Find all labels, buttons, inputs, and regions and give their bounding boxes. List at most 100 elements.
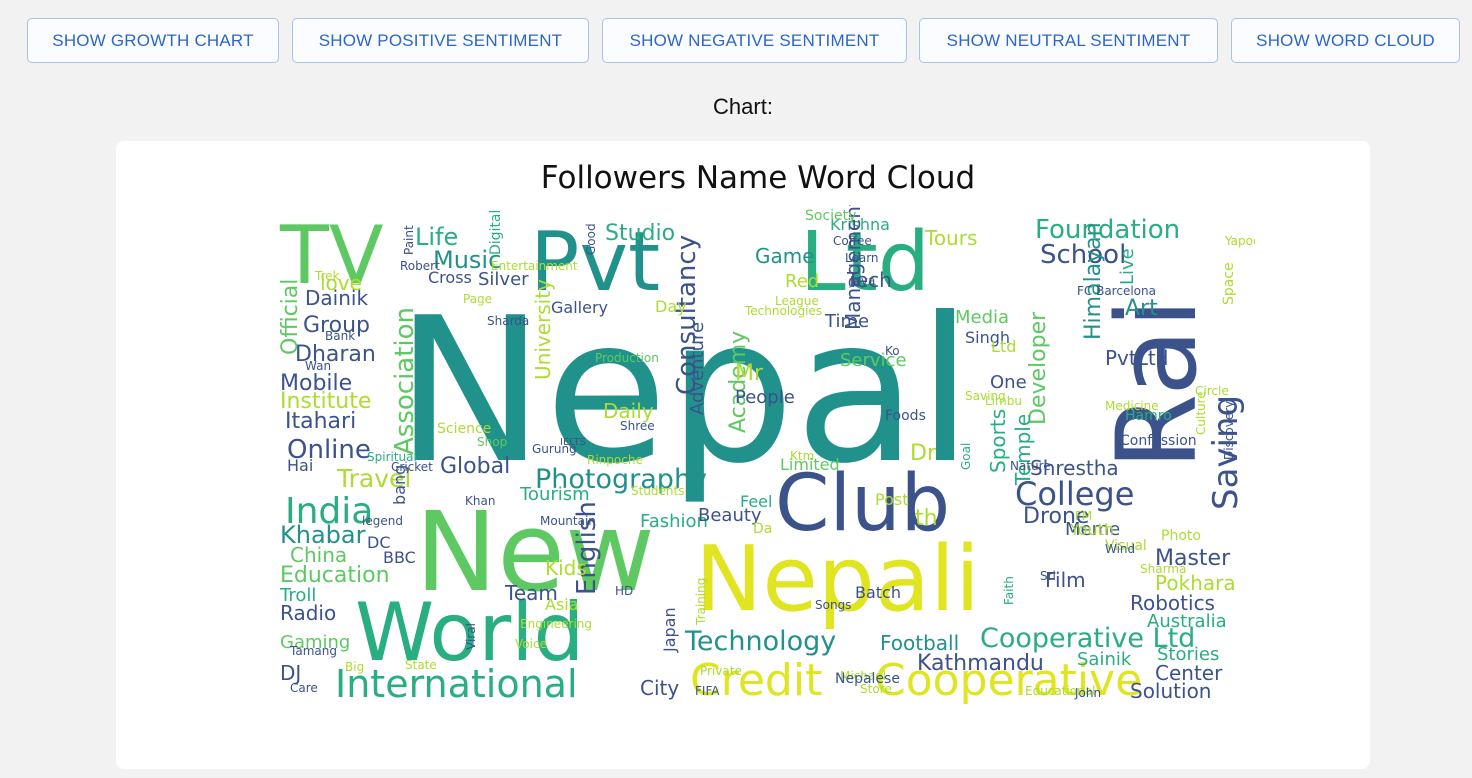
word-170: Sri: [1040, 569, 1056, 583]
word-25: Studio: [605, 221, 675, 246]
word-50: City: [640, 676, 679, 700]
word-109: Entertainment: [491, 259, 578, 273]
word-140: Care: [290, 681, 318, 695]
word-58: Khabar: [280, 521, 366, 549]
button-toolbar: SHOW GROWTH CHART SHOW POSITIVE SENTIMEN…: [0, 0, 1472, 80]
word-169: Shree: [620, 419, 655, 433]
word-53: Troll: [279, 585, 316, 606]
word-161: Society: [805, 208, 856, 224]
word-87: Gallery: [551, 298, 608, 317]
word-147: Nepalese: [835, 671, 900, 687]
word-95: Sports: [986, 409, 1010, 473]
word-105: Digital: [488, 210, 504, 255]
word-108: Robert: [400, 259, 440, 273]
word-9: International: [335, 662, 578, 705]
word-98: Kids: [545, 556, 587, 580]
word-29: Red: [785, 271, 819, 292]
word-100: Confession: [1120, 433, 1197, 449]
show-positive-sentiment-button[interactable]: SHOW POSITIVE SENTIMENT: [292, 18, 589, 63]
word-28: Game: [755, 244, 815, 268]
word-174: Jaya: [849, 274, 875, 288]
word-131: HD: [615, 584, 633, 598]
word-103: Foods: [885, 408, 926, 424]
word-113: Wan: [305, 359, 331, 373]
word-73: Dr: [910, 441, 937, 466]
show-neutral-sentiment-button[interactable]: SHOW NEUTRAL SENTIMENT: [919, 18, 1218, 63]
word-171: IELTS: [560, 437, 586, 448]
word-166: Nature: [1010, 459, 1051, 473]
word-94: Temple: [1011, 414, 1035, 486]
word-123: bang: [390, 465, 409, 505]
word-173: Mr: [735, 361, 764, 386]
word-126: Khan: [465, 494, 495, 508]
word-cloud: NepalNew NepaliRaiPvt LtdWorldTVClubIntern…: [278, 205, 1255, 705]
word-164: Good: [584, 223, 598, 255]
show-growth-chart-button[interactable]: SHOW GROWTH CHART: [27, 18, 279, 63]
word-35: PvtLtd: [1105, 346, 1168, 370]
word-175: th: [915, 506, 938, 531]
word-49: Solution: [1130, 679, 1211, 703]
word-160: Technologies: [744, 304, 822, 318]
word-107: Paint: [402, 225, 416, 255]
word-128: Da: [753, 521, 772, 537]
word-34: Art: [1125, 296, 1158, 321]
word-32: Developer: [1026, 311, 1051, 425]
word-43: Australia: [1147, 611, 1227, 632]
word-133: Training: [694, 578, 708, 626]
word-136: Viral: [464, 623, 478, 650]
word-114: Production: [595, 351, 659, 365]
word-67: Official: [278, 279, 303, 355]
word-46: Sainik: [1077, 649, 1132, 670]
word-33: Himalayan: [1081, 222, 1106, 340]
word-153: Discovery: [1222, 401, 1236, 460]
word-124: legend: [362, 514, 403, 528]
word-151: Faith: [1002, 576, 1016, 605]
word-75: People: [735, 387, 795, 408]
word-148: Wind: [1105, 542, 1135, 556]
word-90: Day: [655, 297, 687, 316]
word-45: Football: [880, 631, 959, 655]
word-19: Foundation: [1035, 215, 1180, 245]
word-20: Association: [390, 307, 420, 455]
word-167: Goal: [959, 443, 973, 470]
word-138: Big: [345, 660, 364, 674]
word-157: Yapoo: [1224, 234, 1255, 248]
word-139: State: [405, 658, 437, 672]
word-79: Media: [955, 307, 1009, 328]
word-77: Time: [824, 311, 869, 332]
word-118: Rinpoche: [587, 453, 643, 467]
word-158: FC Barcelona: [1077, 284, 1156, 298]
word-163: Learn: [845, 251, 879, 265]
word-130: Batch: [855, 583, 901, 602]
word-137: Tamang: [289, 644, 337, 658]
word-106: Trek: [314, 269, 340, 283]
word-92: Photo: [1161, 528, 1201, 544]
word-cloud-title: Followers Name Word Cloud: [540, 160, 976, 196]
show-negative-sentiment-button[interactable]: SHOW NEGATIVE SENTIMENT: [602, 18, 907, 63]
word-172: Ko: [885, 344, 900, 358]
word-71: Feel: [740, 492, 772, 511]
word-162: Coffee: [833, 234, 872, 248]
word-141: FIFA: [695, 684, 720, 698]
word-116: Shop: [477, 435, 507, 449]
word-86: University: [531, 279, 555, 380]
word-125: Mountain: [540, 514, 596, 528]
word-122: Hai: [287, 456, 313, 475]
word-82: Ltd: [991, 337, 1016, 356]
word-127: DC: [367, 533, 391, 552]
word-119: Students: [631, 484, 685, 498]
word-65: Global: [440, 454, 510, 479]
word-84: Adventure: [687, 322, 708, 415]
word-145: Private: [700, 664, 742, 678]
word-30: Tours: [924, 226, 977, 250]
show-word-cloud-button[interactable]: SHOW WORD CLOUD: [1231, 18, 1460, 63]
word-101: Live: [1117, 248, 1138, 285]
word-16: Technology: [684, 626, 836, 657]
word-64: Itahari: [285, 409, 356, 434]
word-96: Asia: [545, 595, 579, 614]
word-132: Japan: [660, 607, 679, 653]
chart-label: Chart:: [713, 94, 773, 119]
word-135: Voice: [515, 637, 547, 651]
word-129: Songs: [815, 598, 851, 612]
word-165: Ktm: [790, 449, 814, 463]
